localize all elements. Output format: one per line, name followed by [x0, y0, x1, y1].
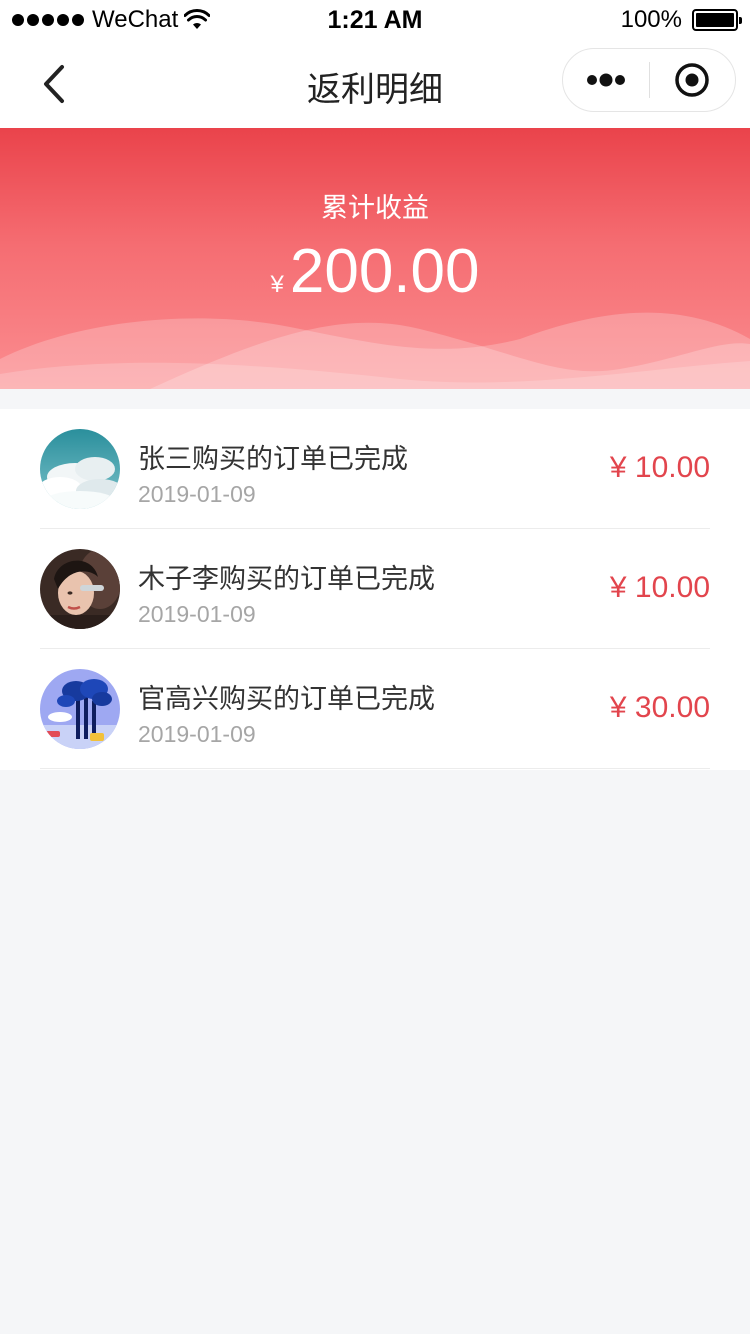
more-button[interactable] — [563, 48, 649, 112]
battery-icon — [692, 9, 742, 31]
close-mini-program-button[interactable] — [650, 48, 736, 112]
total-earnings-value: 200.00 — [289, 237, 480, 306]
list-item[interactable]: 张三购买的订单已完成 2019-01-09 ¥ 10.00 — [0, 409, 750, 529]
record-amount: ¥ 30.00 — [609, 691, 710, 724]
total-earnings-label: 累计收益 — [321, 193, 429, 224]
sky-clouds-avatar-icon — [40, 429, 120, 509]
record-amount: ¥ 10.00 — [609, 571, 710, 604]
illustration-tree-avatar-icon — [40, 669, 120, 749]
record-amount: ¥ 10.00 — [609, 451, 710, 484]
navigation-bar: 返利明细 — [0, 40, 750, 128]
battery-percent: 100% — [620, 6, 682, 33]
rebate-record-list: 张三购买的订单已完成 2019-01-09 ¥ 10.00 木子李购买的订单已完… — [0, 409, 750, 770]
more-dots-icon — [586, 73, 625, 87]
record-date: 2019-01-09 — [138, 481, 256, 507]
avatar — [40, 429, 120, 509]
total-earnings-amount: ¥200.00 — [0, 236, 750, 307]
list-item[interactable]: 木子李购买的订单已完成 2019-01-09 ¥ 10.00 — [0, 529, 750, 649]
divider — [40, 768, 710, 769]
person-photo-avatar-icon — [40, 549, 120, 629]
status-right: 100% — [620, 6, 742, 34]
wave-decoration — [0, 312, 750, 389]
target-circle-icon — [675, 63, 709, 97]
mini-program-capsule — [562, 48, 736, 112]
status-bar: WeChat 1:21 AM 100% — [0, 0, 750, 40]
record-date: 2019-01-09 — [138, 721, 256, 747]
record-title: 官高兴购买的订单已完成 — [138, 684, 435, 715]
currency-symbol: ¥ — [270, 271, 284, 298]
record-date: 2019-01-09 — [138, 601, 256, 627]
avatar — [40, 669, 120, 749]
avatar — [40, 549, 120, 629]
record-title: 张三购买的订单已完成 — [138, 444, 408, 475]
earnings-banner: 累计收益 ¥200.00 — [0, 128, 750, 389]
record-title: 木子李购买的订单已完成 — [138, 564, 435, 595]
list-item[interactable]: 官高兴购买的订单已完成 2019-01-09 ¥ 30.00 — [0, 649, 750, 769]
